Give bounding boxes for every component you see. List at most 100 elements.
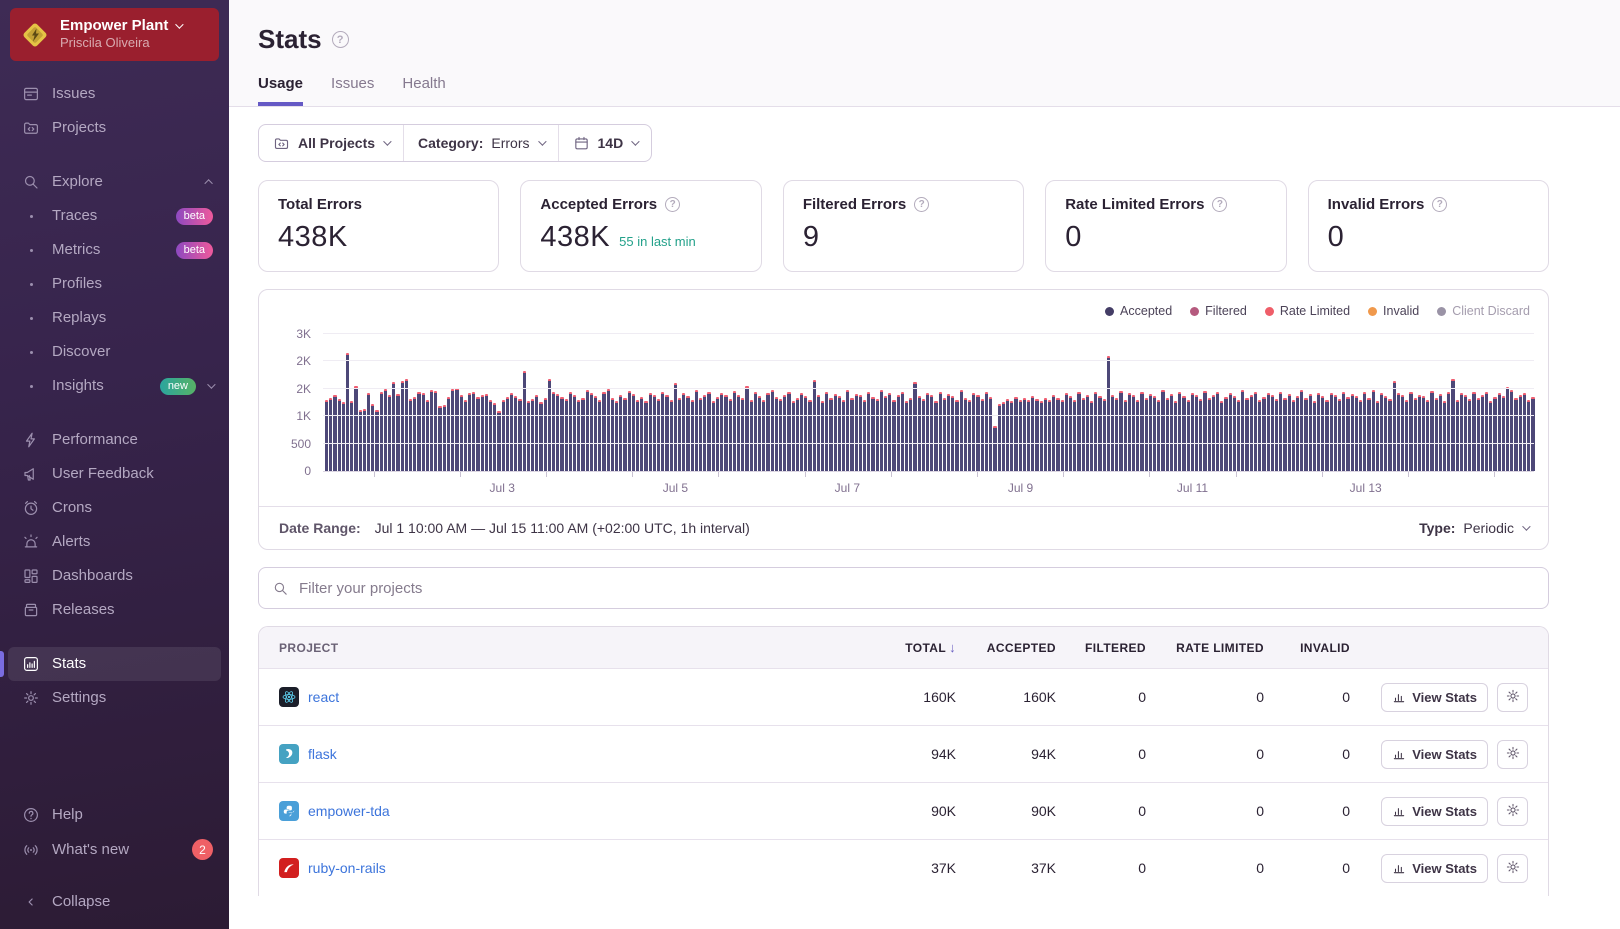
sidebar-item-label: Projects: [52, 118, 213, 138]
card-value: 9: [803, 221, 820, 254]
chart-bar: [972, 393, 975, 471]
sidebar-item-help[interactable]: Help: [0, 798, 229, 832]
chevron-down-icon: [1522, 522, 1530, 530]
sidebar-item-label: Stats: [52, 654, 213, 674]
type-select[interactable]: Type: Periodic: [1419, 520, 1528, 536]
column-header-label: FILTERED: [1085, 641, 1146, 655]
gear-icon: [1505, 802, 1521, 821]
project-filter-value: All Projects: [298, 135, 375, 151]
project-link[interactable]: ruby-on-rails: [308, 860, 386, 876]
x-axis-tick: [805, 472, 806, 477]
sidebar-item-discover[interactable]: Discover: [0, 335, 229, 369]
tab-issues[interactable]: Issues: [331, 75, 374, 106]
sidebar-item-traces[interactable]: Tracesbeta: [0, 199, 229, 233]
project-link[interactable]: empower-tda: [308, 803, 390, 819]
card-help-icon[interactable]: ?: [914, 197, 929, 212]
chart-bar: [506, 397, 509, 471]
cell-rate-limited: 0: [1146, 746, 1264, 762]
sidebar-item-issues[interactable]: Issues: [0, 77, 229, 111]
chart-bar: [1409, 392, 1412, 471]
tab-usage[interactable]: Usage: [258, 75, 303, 106]
sidebar-item-stats[interactable]: Stats: [8, 647, 221, 681]
project-filter-button[interactable]: All Projects: [259, 125, 403, 161]
column-header[interactable]: FILTERED: [1056, 641, 1146, 655]
chart-bar: [1330, 393, 1333, 471]
card-help-icon[interactable]: ?: [1212, 197, 1227, 212]
legend-item-rate-limited[interactable]: Rate Limited: [1265, 304, 1350, 318]
category-filter-button[interactable]: Category: Errors: [403, 125, 557, 161]
view-stats-button[interactable]: View Stats: [1381, 683, 1488, 712]
column-header[interactable]: TOTAL↓: [836, 640, 956, 655]
beta-badge: beta: [176, 242, 213, 259]
project-settings-button[interactable]: [1497, 683, 1528, 712]
card-help-icon[interactable]: ?: [1432, 197, 1447, 212]
legend-item-invalid[interactable]: Invalid: [1368, 304, 1419, 318]
sidebar-item-performance[interactable]: Performance: [0, 423, 229, 457]
sidebar-item-profiles[interactable]: Profiles: [0, 267, 229, 301]
sidebar-item-user-feedback[interactable]: User Feedback: [0, 457, 229, 491]
sidebar-item-projects[interactable]: Projects: [0, 111, 229, 145]
org-switcher[interactable]: Empower Plant Priscila Oliveira: [10, 8, 219, 61]
view-stats-button[interactable]: View Stats: [1381, 797, 1488, 826]
chart-bar: [989, 397, 992, 471]
chart-bar: [766, 393, 769, 471]
project-link[interactable]: react: [308, 689, 339, 705]
beta-badge: beta: [176, 208, 213, 225]
project-link[interactable]: flask: [308, 746, 337, 762]
sidebar-item-alerts[interactable]: Alerts: [0, 525, 229, 559]
view-stats-button[interactable]: View Stats: [1381, 740, 1488, 769]
chart-bar: [510, 393, 513, 471]
chart-bar: [1035, 399, 1038, 471]
column-header[interactable]: ACCEPTED: [956, 641, 1056, 655]
chart-bar: [1128, 393, 1131, 471]
chart-bar: [800, 393, 803, 471]
column-header[interactable]: RATE LIMITED: [1146, 641, 1264, 655]
calendar-icon: [573, 135, 590, 152]
chart-bar: [1048, 400, 1051, 471]
chart-bar: [493, 403, 496, 471]
column-header-project[interactable]: PROJECT: [279, 641, 836, 655]
project-settings-button[interactable]: [1497, 797, 1528, 826]
chart-bar: [934, 401, 937, 471]
score-cards: Total Errors438KAccepted Errors?438K55 i…: [258, 180, 1549, 272]
chart-bar: [531, 399, 534, 471]
project-settings-button[interactable]: [1497, 854, 1528, 883]
chart-bar: [855, 394, 858, 471]
card-help-icon[interactable]: ?: [665, 197, 680, 212]
python-platform-icon: [279, 801, 299, 821]
chart-bar: [981, 399, 984, 471]
sidebar-item-settings[interactable]: Settings: [0, 681, 229, 715]
legend-item-filtered[interactable]: Filtered: [1190, 304, 1247, 318]
sidebar-item-dashboards[interactable]: Dashboards: [0, 559, 229, 593]
sidebar-item-explore[interactable]: Explore: [0, 165, 229, 199]
view-stats-button[interactable]: View Stats: [1381, 854, 1488, 883]
chart-bar: [892, 400, 895, 471]
sidebar-item-crons[interactable]: Crons: [0, 491, 229, 525]
page-help-icon[interactable]: ?: [332, 31, 349, 48]
date-period-button[interactable]: 14D: [558, 125, 652, 161]
settings-icon: [21, 688, 41, 708]
sidebar-item-collapse[interactable]: Collapse: [0, 885, 229, 919]
project-search-input[interactable]: [299, 580, 1535, 597]
sidebar-item-what-s-new[interactable]: What's new2: [0, 832, 229, 867]
chart-bar: [1224, 397, 1227, 471]
chart-bar: [1309, 394, 1312, 471]
table-row-ruby-on-rails: ruby-on-rails37K37K000View Stats: [259, 839, 1548, 896]
legend-item-client-discard[interactable]: Client Discard: [1437, 304, 1530, 318]
sidebar-item-metrics[interactable]: Metricsbeta: [0, 233, 229, 267]
sidebar-item-replays[interactable]: Replays: [0, 301, 229, 335]
chart-bar: [598, 400, 601, 471]
sidebar-item-insights[interactable]: Insightsnew: [0, 369, 229, 403]
tab-health[interactable]: Health: [402, 75, 445, 106]
sidebar-item-releases[interactable]: Releases: [0, 593, 229, 627]
chart-bar: [1279, 392, 1282, 471]
chevron-down-icon: [538, 137, 546, 145]
chart-bar: [1040, 401, 1043, 471]
sidebar-item-label: Help: [52, 805, 213, 825]
chart-bar: [930, 395, 933, 471]
column-header[interactable]: INVALID: [1264, 641, 1350, 655]
project-settings-button[interactable]: [1497, 740, 1528, 769]
chart-bar: [1464, 395, 1467, 471]
chart-bar: [1229, 393, 1232, 471]
legend-item-accepted[interactable]: Accepted: [1105, 304, 1172, 318]
